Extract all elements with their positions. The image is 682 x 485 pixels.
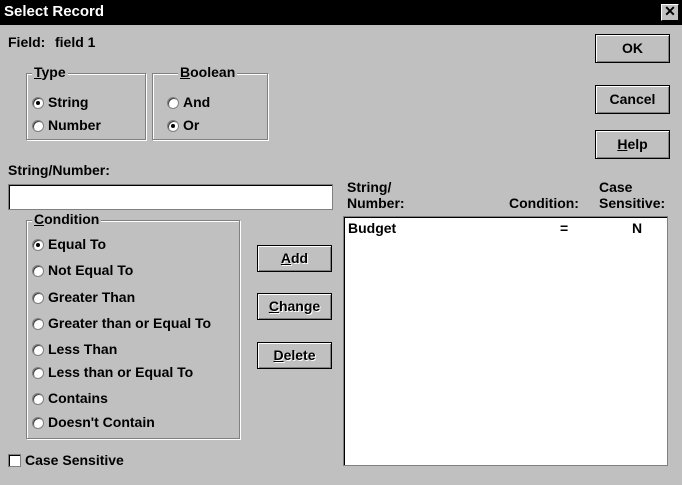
close-icon: ✕ <box>664 3 676 19</box>
radio-label: Number <box>48 117 101 133</box>
radio-indicator <box>32 343 44 356</box>
radio-label: Doesn't Contain <box>48 414 155 430</box>
condition-greater-than-radio[interactable]: Greater Than <box>32 289 135 306</box>
radio-indicator <box>32 317 44 330</box>
type-group-label: Type <box>32 64 68 80</box>
select-record-dialog: Select Record ✕ Field: field 1 Type Stri… <box>0 0 682 485</box>
list-item-condition: = <box>560 220 569 236</box>
boolean-group-label: Boolean <box>178 64 238 80</box>
type-string-radio[interactable]: String <box>32 94 88 111</box>
condition-doesnt-contain-radio[interactable]: Doesn't Contain <box>32 414 155 431</box>
boolean-and-radio[interactable]: And <box>167 94 210 111</box>
radio-label: Greater Than <box>48 289 136 305</box>
delete-button[interactable]: Delete <box>257 342 332 369</box>
radio-label: Equal To <box>48 236 107 252</box>
condition-not-equal-to-radio[interactable]: Not Equal To <box>32 262 133 279</box>
radio-indicator <box>32 291 44 304</box>
radio-indicator <box>32 392 44 405</box>
radio-indicator <box>32 96 44 109</box>
radio-indicator <box>167 119 179 132</box>
radio-label: And <box>183 94 211 110</box>
cancel-button[interactable]: Cancel <box>595 85 670 114</box>
radio-label: Not Equal To <box>48 262 134 278</box>
change-button[interactable]: Change <box>257 293 332 320</box>
condition-greater-or-equal-radio[interactable]: Greater than or Equal To <box>32 315 211 332</box>
help-button[interactable]: Help <box>595 130 670 159</box>
string-number-input[interactable] <box>8 184 333 210</box>
criteria-listbox[interactable]: Budget = N <box>343 216 668 466</box>
radio-indicator <box>32 416 44 429</box>
condition-less-or-equal-radio[interactable]: Less than or Equal To <box>32 364 193 381</box>
condition-equal-to-radio[interactable]: Equal To <box>32 236 106 253</box>
string-number-label: String/Number: <box>8 162 110 178</box>
list-item-case: N <box>632 220 643 236</box>
radio-indicator <box>32 238 44 251</box>
condition-contains-radio[interactable]: Contains <box>32 390 108 407</box>
radio-label: Less than or Equal To <box>48 364 194 380</box>
ok-button[interactable]: OK <box>595 34 670 63</box>
condition-group-label: Condition <box>32 211 102 227</box>
list-item-string: Budget <box>348 220 397 236</box>
header-case-sensitive: Case Sensitive: <box>599 179 666 211</box>
case-sensitive-checkbox[interactable]: Case Sensitive <box>8 452 124 469</box>
header-condition: Condition: <box>509 195 579 211</box>
field-label: Field: <box>8 34 46 50</box>
boolean-or-radio[interactable]: Or <box>167 117 199 134</box>
radio-label: Less Than <box>48 341 118 357</box>
type-number-radio[interactable]: Number <box>32 117 101 134</box>
list-item[interactable]: Budget = N <box>344 219 667 239</box>
checkbox-label: Case Sensitive <box>25 452 124 468</box>
radio-label: String <box>48 94 89 110</box>
radio-label: Or <box>183 117 200 133</box>
radio-indicator <box>32 119 44 132</box>
window-title: Select Record <box>4 3 105 20</box>
condition-less-than-radio[interactable]: Less Than <box>32 341 117 358</box>
radio-indicator <box>32 264 44 277</box>
radio-indicator <box>32 366 44 379</box>
checkbox-box <box>8 454 21 467</box>
radio-label: Greater than or Equal To <box>48 315 212 331</box>
header-string-number: String/ Number: <box>347 179 405 211</box>
radio-indicator <box>167 96 179 109</box>
field-name-value: field 1 <box>55 34 96 50</box>
radio-label: Contains <box>48 390 108 406</box>
close-button[interactable]: ✕ <box>661 4 679 21</box>
title-bar[interactable]: Select Record ✕ <box>0 0 682 25</box>
add-button[interactable]: Add <box>257 245 332 272</box>
